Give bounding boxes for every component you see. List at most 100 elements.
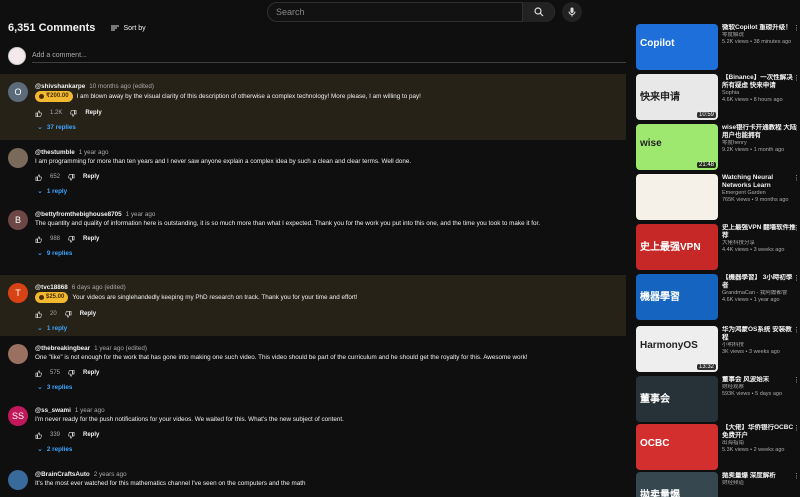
reply-button[interactable]: Reply <box>83 432 99 438</box>
thumb-up-icon[interactable] <box>35 109 42 117</box>
more-options-icon[interactable]: ⋮ <box>793 424 800 432</box>
recommended-video[interactable]: 拋卖量爆 拋卖量爆 深度解析 财经频道 ⋮ <box>636 472 800 497</box>
comment-timestamp[interactable]: 10 months ago (edited) <box>89 83 154 90</box>
thumb-down-icon[interactable] <box>68 369 75 377</box>
add-comment-input[interactable]: Add a comment... <box>32 49 626 63</box>
comment-timestamp[interactable]: 6 days ago (edited) <box>72 284 126 291</box>
comment-timestamp[interactable]: 1 year ago <box>75 407 105 414</box>
more-options-icon[interactable]: ⋮ <box>793 124 800 132</box>
video-title[interactable]: 【大佬】华侨银行OCBC 免费开户 <box>722 424 798 440</box>
comment-author[interactable]: @ss_swami <box>35 407 71 414</box>
video-title[interactable]: 【Binance】一次性解决所有疑虑 快来申请 <box>722 74 798 90</box>
comment-author[interactable]: @bettyfromthebighouse8705 <box>35 211 122 218</box>
search-input[interactable] <box>268 7 522 17</box>
video-thumbnail[interactable]: 機器學習 <box>636 274 718 320</box>
video-thumbnail[interactable]: Copilot <box>636 24 718 70</box>
channel-name[interactable]: 零度henry <box>722 140 798 147</box>
video-thumbnail[interactable]: wise 21:48 <box>636 124 718 170</box>
view-replies-button[interactable]: ⌄ 1 reply <box>37 187 622 196</box>
channel-name[interactable]: 财经观察 <box>722 384 798 391</box>
channel-name[interactable]: 大佬科技分享 <box>722 240 798 247</box>
channel-name[interactable]: Sophia <box>722 90 798 97</box>
avatar[interactable]: SS <box>8 406 28 426</box>
video-thumbnail[interactable]: 董事会 <box>636 376 718 422</box>
recommended-video[interactable]: HarmonyOS 13:32 华为鸿蒙OS系统 安装教程 小明科技 3K views … <box>636 326 800 372</box>
recommended-video[interactable]: 快来申请 10:59 【Binance】一次性解决所有疑虑 快来申请 Sophia 4.… <box>636 74 800 120</box>
more-options-icon[interactable]: ⋮ <box>793 74 800 82</box>
channel-name[interactable]: 财经频道 <box>722 480 798 487</box>
more-options-icon[interactable]: ⋮ <box>793 376 800 384</box>
avatar[interactable]: B <box>8 210 28 230</box>
video-title[interactable]: 拋卖量爆 深度解析 <box>722 472 798 480</box>
thumb-up-icon[interactable] <box>35 235 42 243</box>
channel-name[interactable]: GrandmaCan - 我阿嬤都會 <box>722 290 798 297</box>
view-replies-button[interactable]: ⌄ 9 replies <box>37 249 622 258</box>
more-options-icon[interactable]: ⋮ <box>793 472 800 480</box>
recommended-video[interactable]: Copilot 微软Copilot 重磅升级！ 零度解说 5.2K views • 3… <box>636 24 800 70</box>
video-thumbnail[interactable]: HarmonyOS 13:32 <box>636 326 718 372</box>
more-options-icon[interactable]: ⋮ <box>793 326 800 334</box>
thumb-up-icon[interactable] <box>35 431 42 439</box>
recommended-video[interactable]: 史上最强VPN 史上最强VPN 翻墙软件推荐 大佬科技分享 4.4K views • … <box>636 224 800 270</box>
avatar[interactable] <box>8 470 28 490</box>
recommended-video[interactable]: 董事会 董事会 风波始末 财经观察 593K views • 5 days ago ⋮ <box>636 376 800 422</box>
more-options-icon[interactable]: ⋮ <box>793 274 800 282</box>
video-thumbnail[interactable] <box>636 174 718 220</box>
avatar[interactable] <box>8 148 28 168</box>
comment-timestamp[interactable]: 2 years ago <box>94 471 127 478</box>
comment-author[interactable]: @BrainCraftsAuto <box>35 471 90 478</box>
comment-timestamp[interactable]: 1 year ago <box>126 211 156 218</box>
avatar[interactable]: O <box>8 82 28 102</box>
reply-button[interactable]: Reply <box>83 370 99 376</box>
thumb-up-icon[interactable] <box>35 369 42 377</box>
view-replies-button[interactable]: ⌄ 37 replies <box>37 123 622 132</box>
reply-button[interactable]: Reply <box>83 236 99 242</box>
recommended-video[interactable]: OCBC 【大佬】华侨银行OCBC 免费开户 出海指南 5.3K views • 2 … <box>636 424 800 470</box>
comment-author[interactable]: @tvc18868 <box>35 284 68 291</box>
thumb-down-icon[interactable] <box>70 109 77 117</box>
more-options-icon[interactable]: ⋮ <box>793 24 800 32</box>
avatar[interactable] <box>8 344 28 364</box>
reply-button[interactable]: Reply <box>80 311 96 317</box>
video-title[interactable]: 华为鸿蒙OS系统 安装教程 <box>722 326 798 342</box>
video-thumbnail[interactable]: OCBC <box>636 424 718 470</box>
voice-search-button[interactable] <box>562 2 582 22</box>
thumb-up-icon[interactable] <box>35 173 42 181</box>
comment-author[interactable]: @shivshankarpe <box>35 83 85 90</box>
sort-by-button[interactable]: Sort by <box>111 25 146 32</box>
comment-author[interactable]: @thestumble <box>35 149 75 156</box>
video-title[interactable]: Watching Neural Networks Learn <box>722 174 798 190</box>
thumb-down-icon[interactable] <box>68 173 75 181</box>
video-thumbnail[interactable]: 快来申请 10:59 <box>636 74 718 120</box>
video-thumbnail[interactable]: 拋卖量爆 <box>636 472 718 497</box>
video-title[interactable]: 史上最强VPN 翻墙软件推荐 <box>722 224 798 240</box>
video-title[interactable]: 董事会 风波始末 <box>722 376 798 384</box>
channel-name[interactable]: Emergent Garden <box>722 190 798 197</box>
channel-name[interactable]: 小明科技 <box>722 342 798 349</box>
thumb-down-icon[interactable] <box>68 235 75 243</box>
channel-name[interactable]: 出海指南 <box>722 440 798 447</box>
search-button[interactable] <box>522 2 554 22</box>
video-title[interactable]: 微软Copilot 重磅升级！ <box>722 24 798 32</box>
comment-author[interactable]: @thebreakingbear <box>35 345 90 352</box>
view-replies-button[interactable]: ⌄ 2 replies <box>37 445 622 454</box>
view-replies-button[interactable]: ⌄ 3 replies <box>37 383 622 392</box>
thumb-down-icon[interactable] <box>64 310 72 318</box>
thumb-down-icon[interactable] <box>68 431 75 439</box>
reply-button[interactable]: Reply <box>83 174 99 180</box>
video-title[interactable]: 【機器學習】 3小時初學者 <box>722 274 798 290</box>
comment-timestamp[interactable]: 1 year ago <box>79 149 109 156</box>
video-thumbnail[interactable]: 史上最强VPN <box>636 224 718 270</box>
video-title[interactable]: wise银行卡开通教程 大陆用户也能拥有 <box>722 124 798 140</box>
more-options-icon[interactable]: ⋮ <box>793 224 800 232</box>
thumb-up-icon[interactable] <box>35 310 42 318</box>
recommended-video[interactable]: 機器學習 【機器學習】 3小時初學者 GrandmaCan - 我阿嬤都會 4.6K … <box>636 274 800 320</box>
recommended-video[interactable]: wise 21:48 wise银行卡开通教程 大陆用户也能拥有 零度henry 9.2K… <box>636 124 800 170</box>
reply-button[interactable]: Reply <box>85 110 101 116</box>
more-options-icon[interactable]: ⋮ <box>793 174 800 182</box>
avatar[interactable]: T <box>8 283 28 303</box>
view-replies-button[interactable]: ⌄ 1 reply <box>37 324 622 333</box>
comment-timestamp[interactable]: 1 year ago (edited) <box>94 345 147 352</box>
recommended-video[interactable]: Watching Neural Networks Learn Emergent G… <box>636 174 800 220</box>
channel-name[interactable]: 零度解说 <box>722 32 798 39</box>
